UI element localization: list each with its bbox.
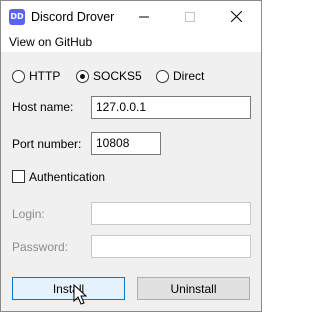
authentication-checkbox[interactable] [12, 170, 25, 183]
login-input[interactable] [91, 202, 251, 225]
login-label: Login: [12, 207, 45, 221]
minimize-icon [139, 16, 149, 17]
uninstall-button[interactable]: Uninstall [137, 277, 250, 300]
close-button[interactable] [213, 1, 259, 32]
password-label: Password: [12, 240, 69, 254]
window-title: Discord Drover [31, 10, 115, 24]
port-number-label: Port number: [12, 137, 82, 151]
discord-drover-icon: DD [9, 9, 25, 25]
title-bar: DD Discord Drover [1, 1, 261, 32]
maximize-button[interactable] [167, 1, 213, 32]
menu-item-view-on-github[interactable]: View on GitHub [9, 35, 92, 49]
radio-http[interactable]: HTTP [12, 69, 60, 83]
password-input[interactable] [91, 235, 251, 258]
radio-http-label: HTTP [29, 69, 61, 83]
app-window: DD Discord Drover View on GitHub HTTP SO… [0, 0, 262, 312]
radio-http-circle[interactable] [12, 69, 25, 83]
radio-socks5[interactable]: SOCKS5 [76, 69, 142, 83]
install-button[interactable]: Install [12, 277, 125, 300]
radio-socks5-circle[interactable] [76, 69, 89, 83]
host-name-input[interactable]: 127.0.0.1 [91, 96, 251, 119]
radio-direct-label: Direct [173, 69, 205, 83]
radio-direct[interactable]: Direct [156, 69, 204, 83]
host-name-label: Host name: [12, 100, 74, 114]
authentication-label: Authentication [29, 170, 106, 184]
mouse-cursor-icon [73, 284, 87, 305]
radio-socks5-label: SOCKS5 [93, 69, 142, 83]
menu-bar: View on GitHub [1, 32, 261, 52]
minimize-button[interactable] [121, 1, 167, 32]
close-icon [230, 11, 242, 22]
port-number-input[interactable]: 10808 [91, 132, 161, 155]
maximize-icon [185, 11, 195, 22]
settings-panel: HTTP SOCKS5 Direct Host name: 127.0.0.1 … [1, 52, 261, 311]
radio-direct-circle[interactable] [156, 69, 169, 83]
